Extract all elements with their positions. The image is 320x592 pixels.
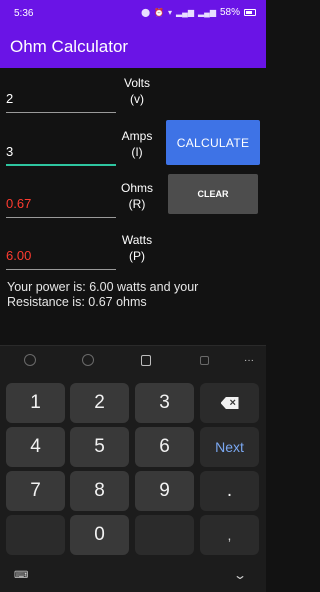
copy-icon[interactable] — [196, 352, 212, 368]
clear-button[interactable]: CLEAR — [168, 174, 258, 214]
battery-percent: 58% — [219, 7, 240, 18]
battery-icon — [244, 9, 256, 16]
volts-label-unit: (v) — [130, 92, 144, 106]
volts-label: Volts (v) — [116, 75, 158, 107]
next-key[interactable]: Next — [200, 427, 259, 467]
keyboard-toolbar: ··· — [0, 345, 266, 374]
status-icons: ⬤ ⏰ ▾ ▂▄▆ ▂▄▆ 58% — [141, 7, 256, 18]
sticker-icon[interactable] — [80, 352, 96, 368]
app-bar: Ohm Calculator — [0, 28, 266, 68]
ohms-label: Ohms (R) — [116, 180, 158, 212]
blank-key — [135, 515, 194, 555]
ohms-input[interactable]: 0.67 — [6, 192, 116, 218]
dot-key[interactable]: . — [200, 471, 259, 511]
navigation-bar: ⌨ ⌄ — [0, 561, 266, 592]
key-3[interactable]: 3 — [135, 383, 194, 423]
key-1[interactable]: 1 — [6, 383, 65, 423]
watts-label-unit: (P) — [129, 249, 145, 263]
signal-icon: ▂▄▆ — [176, 8, 194, 17]
numeric-keyboard: 1 2 3 × 4 5 6 Next 7 8 9 . 0 , — [0, 373, 266, 561]
key-6[interactable]: 6 — [135, 427, 194, 467]
key-4[interactable]: 4 — [6, 427, 65, 467]
watts-input[interactable]: 6.00 — [6, 244, 116, 270]
watts-label: Watts (P) — [116, 232, 158, 264]
amps-label: Amps (I) — [116, 128, 158, 160]
ohms-label-name: Ohms — [120, 181, 153, 195]
status-bar: 5:36 ⬤ ⏰ ▾ ▂▄▆ ▂▄▆ 58% — [0, 0, 266, 28]
watts-row: 6.00 Watts (P) — [0, 232, 266, 280]
amps-label-unit: (I) — [131, 145, 143, 159]
wifi-icon: ▾ — [168, 8, 173, 17]
calculate-button[interactable]: CALCULATE — [166, 120, 260, 165]
result-text: Your power is: 6.00 watts and your Resis… — [7, 280, 199, 309]
backspace-icon: × — [220, 397, 239, 409]
app-title: Ohm Calculator — [10, 37, 129, 56]
emoji-icon[interactable] — [22, 352, 38, 368]
clipboard-icon[interactable] — [138, 352, 154, 368]
key-9[interactable]: 9 — [135, 471, 194, 511]
key-5[interactable]: 5 — [70, 427, 129, 467]
amps-input[interactable]: 3 — [6, 140, 116, 166]
backspace-key[interactable]: × — [200, 383, 259, 423]
keyboard-switch-icon[interactable]: ⌨ — [14, 570, 28, 581]
notification-icon: ⬤ — [141, 8, 151, 17]
key-7[interactable]: 7 — [6, 471, 65, 511]
key-0[interactable]: 0 — [70, 515, 129, 555]
volts-row: 2 Volts (v) — [0, 75, 266, 123]
volts-label-name: Volts — [123, 76, 150, 90]
comma-key[interactable]: , — [200, 515, 259, 555]
blank-key — [6, 515, 65, 555]
amps-label-name: Amps — [121, 129, 153, 143]
status-time: 5:36 — [14, 8, 34, 19]
watts-label-name: Watts — [121, 233, 153, 247]
key-2[interactable]: 2 — [70, 383, 129, 423]
chevron-down-icon[interactable]: ⌄ — [233, 568, 247, 582]
signal-icon: ▂▄▆ — [198, 8, 216, 17]
alarm-icon: ⏰ — [154, 8, 164, 17]
ohms-label-unit: (R) — [128, 197, 146, 211]
key-8[interactable]: 8 — [70, 471, 129, 511]
more-icon[interactable]: ··· — [241, 352, 257, 368]
volts-input[interactable]: 2 — [6, 87, 116, 113]
